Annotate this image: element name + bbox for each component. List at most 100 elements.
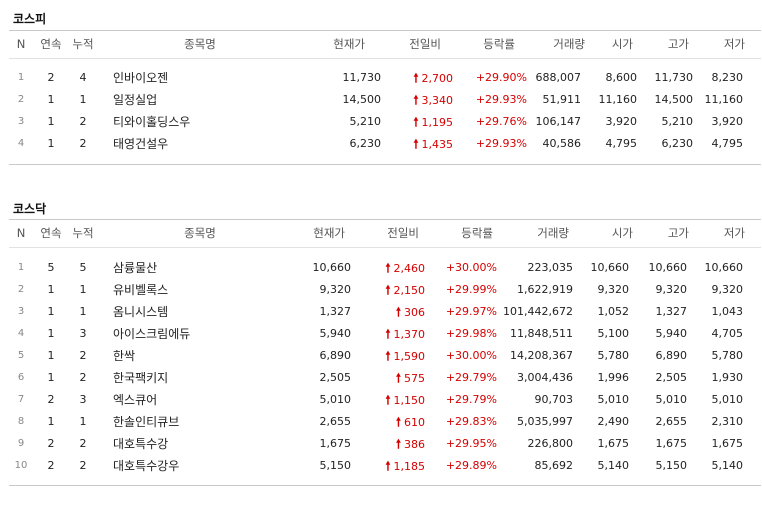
- open-price: 1,675: [597, 437, 630, 450]
- change-value: 1,150: [393, 394, 426, 407]
- low-price: 11,160: [704, 93, 744, 106]
- stock-name-link[interactable]: 옴니시스템: [113, 301, 303, 323]
- current-price: 1,327: [319, 305, 352, 318]
- row-index: 8: [17, 416, 25, 427]
- table-row[interactable]: 1 5 5 삼륭물산 10,660 🠕 2,460 +30.00% 223,035 10,660 1…: [9, 257, 761, 279]
- open-price: 5,010: [597, 393, 630, 406]
- col-change: 전일비: [387, 226, 419, 240]
- kosdaq-header: N 연속 누적 종목명 현재가 전일비 등락률 거래량 시가 고가 저가: [9, 219, 761, 248]
- table-row[interactable]: 6 1 2 한국팩키지 2,505 🠕 575 +29.79% 3,004,436 1,996 2,…: [9, 367, 761, 389]
- stock-name-link[interactable]: 티와이홀딩스우: [113, 111, 303, 133]
- table-row[interactable]: 7 2 3 엑스큐어 5,010 🠕 1,150 +29.79% 90,703 5,010 5,01…: [9, 389, 761, 411]
- change-rate: +29.95%: [445, 437, 497, 450]
- table-row[interactable]: 4 1 3 아이스크림에듀 5,940 🠕 1,370 +29.98% 11,848,511 5,…: [9, 323, 761, 345]
- change-value: 1,185: [393, 460, 426, 473]
- stock-name-link[interactable]: 대호특수강우: [113, 455, 303, 477]
- row-index: 2: [17, 94, 25, 105]
- stock-name-link[interactable]: 한국팩키지: [113, 367, 303, 389]
- stock-name-link[interactable]: 아이스크림에듀: [113, 323, 303, 345]
- stock-name-link[interactable]: 한솔인티큐브: [113, 411, 303, 433]
- volume: 40,586: [542, 137, 582, 150]
- change-value: 1,590: [393, 350, 426, 363]
- streak-count: 1: [47, 327, 55, 340]
- change-cell: 🠕 1,370: [349, 323, 425, 345]
- low-price: 1,675: [711, 437, 744, 450]
- streak-count: 5: [47, 261, 55, 274]
- open-price: 10,660: [590, 261, 630, 274]
- streak-count: 1: [47, 137, 55, 150]
- kosdaq-title: 코스닥: [13, 202, 47, 216]
- table-row[interactable]: 3 1 2 티와이홀딩스우 5,210 🠕 1,195 +29.76% 106,147 3,920…: [9, 111, 761, 133]
- change-value: 386: [404, 438, 425, 451]
- low-price: 1,930: [711, 371, 744, 384]
- high-price: 5,010: [655, 393, 688, 406]
- stock-name-link[interactable]: 일정실업: [113, 89, 303, 111]
- table-row[interactable]: 8 1 1 한솔인티큐브 2,655 🠕 610 +29.83% 5,035,997 2,490 2…: [9, 411, 761, 433]
- total-count: 2: [79, 459, 87, 472]
- open-price: 5,100: [597, 327, 630, 340]
- volume: 5,035,997: [517, 415, 573, 428]
- change-rate: +29.97%: [445, 305, 497, 318]
- streak-count: 2: [47, 71, 55, 84]
- low-price: 3,920: [711, 115, 744, 128]
- total-count: 4: [79, 71, 87, 84]
- up-arrow-icon: 🠕: [385, 283, 391, 297]
- row-index: 4: [17, 138, 25, 149]
- change-rate: +30.00%: [445, 349, 497, 362]
- high-price: 5,940: [655, 327, 688, 340]
- change-cell: 🠕 1,150: [349, 389, 425, 411]
- change-value: 610: [404, 416, 425, 429]
- total-count: 1: [79, 305, 87, 318]
- table-row[interactable]: 5 1 2 한싹 6,890 🠕 1,590 +30.00% 14,208,367 5,780 6,…: [9, 345, 761, 367]
- volume: 90,703: [534, 393, 574, 406]
- high-price: 2,505: [655, 371, 688, 384]
- table-row[interactable]: 2 1 1 일정실업 14,500 🠕 3,340 +29.93% 51,911 11,160 14…: [9, 89, 761, 111]
- change-rate: +29.79%: [445, 371, 497, 384]
- up-arrow-icon: 🠕: [413, 93, 419, 107]
- total-count: 3: [79, 393, 87, 406]
- row-index: 3: [17, 306, 25, 317]
- change-value: 2,460: [393, 262, 426, 275]
- change-cell: 🠕 1,195: [377, 111, 453, 133]
- stock-name-link[interactable]: 유비벨록스: [113, 279, 303, 301]
- col-n: N: [16, 37, 26, 51]
- table-row[interactable]: 9 2 2 대호특수강 1,675 🠕 386 +29.95% 226,800 1,675 1,67…: [9, 433, 761, 455]
- stock-name-link[interactable]: 한싹: [113, 345, 303, 367]
- col-name: 종목명: [184, 37, 216, 51]
- up-arrow-icon: 🠕: [413, 71, 419, 85]
- streak-count: 2: [47, 459, 55, 472]
- volume: 226,800: [527, 437, 574, 450]
- col-low: 저가: [723, 37, 745, 51]
- up-arrow-icon: 🠕: [395, 437, 401, 451]
- table-row[interactable]: 1 2 4 인바이오젠 11,730 🠕 2,700 +29.90% 688,007 8,600 1…: [9, 67, 761, 89]
- table-row[interactable]: 2 1 1 유비벨록스 9,320 🠕 2,150 +29.99% 1,622,919 9,320…: [9, 279, 761, 301]
- open-price: 1,052: [597, 305, 630, 318]
- stock-name-link[interactable]: 인바이오젠: [113, 67, 303, 89]
- up-arrow-icon: 🠕: [385, 393, 391, 407]
- change-value: 2,700: [421, 72, 454, 85]
- current-price: 10,660: [312, 261, 352, 274]
- total-count: 1: [79, 283, 87, 296]
- table-row[interactable]: 10 2 2 대호특수강우 5,150 🠕 1,185 +29.89% 85,692 5,140 5…: [9, 455, 761, 477]
- low-price: 5,140: [711, 459, 744, 472]
- row-index: 10: [14, 460, 28, 471]
- row-index: 1: [17, 262, 25, 273]
- total-count: 3: [79, 327, 87, 340]
- stock-name-link[interactable]: 태영건설우: [113, 133, 303, 155]
- table-row[interactable]: 4 1 2 태영건설우 6,230 🠕 1,435 +29.93% 40,586 4,795 6,2…: [9, 133, 761, 155]
- stock-name-link[interactable]: 삼륭물산: [113, 257, 303, 279]
- low-price: 1,043: [711, 305, 744, 318]
- stock-name-link[interactable]: 대호특수강: [113, 433, 303, 455]
- open-price: 3,920: [605, 115, 638, 128]
- volume: 1,622,919: [517, 283, 573, 296]
- up-arrow-icon: 🠕: [395, 415, 401, 429]
- col-open: 시가: [611, 37, 633, 51]
- volume: 14,208,367: [510, 349, 573, 362]
- table-row[interactable]: 3 1 1 옴니시스템 1,327 🠕 306 +29.97% 101,442,672 1,052…: [9, 301, 761, 323]
- stock-name-link[interactable]: 엑스큐어: [113, 389, 303, 411]
- low-price: 5,780: [711, 349, 744, 362]
- current-price: 14,500: [342, 93, 382, 106]
- kospi-section: 코스피 N 연속 누적 종목명 현재가 전일비 등락률 거래량 시가 고가 저가…: [9, 0, 761, 170]
- current-price: 6,230: [349, 137, 382, 150]
- change-cell: 🠕 386: [349, 433, 425, 455]
